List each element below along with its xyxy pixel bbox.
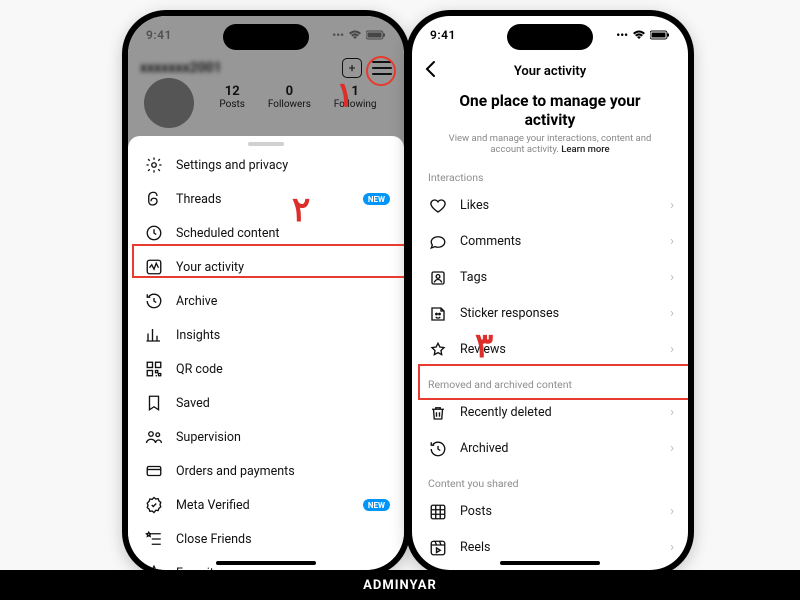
chevron-right-icon: › [670, 441, 674, 456]
menu-label: Close Friends [176, 532, 252, 547]
menu-saved[interactable]: Saved [128, 386, 404, 420]
annotation-highlight-recently-deleted [418, 364, 688, 400]
chevron-right-icon: › [670, 234, 674, 249]
item-comments[interactable]: Comments› [412, 224, 688, 260]
grid-icon [428, 503, 448, 521]
menu-label: Supervision [176, 430, 241, 445]
annotation-1: ۱ [336, 75, 354, 115]
menu-archive[interactable]: Archive [128, 284, 404, 318]
trash-icon [428, 404, 448, 422]
menu-threads[interactable]: Threads NEW [128, 182, 404, 216]
menu-sheet: Settings and privacy Threads NEW Schedule… [128, 136, 404, 570]
avatar [144, 78, 194, 128]
username: xxxxxxx2001 [140, 60, 222, 76]
menu-label: Archive [176, 294, 217, 309]
home-indicator [500, 561, 600, 565]
reels-icon [428, 539, 448, 557]
menu-close-friends[interactable]: Close Friends [128, 522, 404, 556]
chevron-right-icon: › [670, 270, 674, 285]
learn-more-link[interactable]: Learn more [561, 144, 609, 155]
tag-icon [428, 269, 448, 287]
supervision-icon [144, 428, 164, 446]
menu-meta-verified[interactable]: Meta Verified NEW [128, 488, 404, 522]
archive-icon [144, 292, 164, 310]
dynamic-island [507, 24, 593, 50]
profile-stats: 12Posts 0Followers 1Following [208, 84, 388, 110]
chevron-right-icon: › [670, 540, 674, 555]
menu-insights[interactable]: Insights [128, 318, 404, 352]
reviews-icon [428, 341, 448, 359]
sticker-icon [428, 305, 448, 323]
dynamic-island [223, 24, 309, 50]
menu-settings[interactable]: Settings and privacy [128, 148, 404, 182]
chevron-right-icon: › [670, 342, 674, 357]
page-title: One place to manage your activity [412, 88, 688, 133]
item-tags[interactable]: Tags› [412, 260, 688, 296]
item-reviews[interactable]: Reviews› [412, 332, 688, 368]
star-list-icon [144, 530, 164, 548]
menu-label: Threads [176, 192, 221, 207]
chevron-right-icon: › [670, 405, 674, 420]
section-shared: Content you shared [412, 467, 688, 494]
menu-label: Saved [176, 396, 210, 411]
clock-icon [144, 224, 164, 242]
chevron-right-icon: › [670, 198, 674, 213]
annotation-2: ۲ [292, 190, 310, 230]
annotation-3: ۳ [475, 326, 493, 366]
status-indicators: ••• [616, 29, 670, 42]
insights-icon [144, 326, 164, 344]
qr-icon [144, 360, 164, 378]
chevron-right-icon: › [670, 504, 674, 519]
menu-label: Scheduled content [176, 226, 280, 241]
section-interactions: Interactions [412, 161, 688, 188]
home-indicator [216, 561, 316, 565]
phone-left: 9:41 ••• xxxxxxx2001 + 12Posts [122, 10, 410, 576]
status-indicators: ••• [332, 29, 386, 42]
item-archived[interactable]: Archived› [412, 431, 688, 467]
watermark: ADMINYAR [0, 570, 800, 600]
page-subtitle: View and manage your interactions, conte… [412, 133, 688, 161]
menu-qr[interactable]: QR code [128, 352, 404, 386]
comment-icon [428, 233, 448, 251]
bookmark-icon [144, 394, 164, 412]
phone-right: 9:41 ••• Your activity One place to mana… [406, 10, 694, 576]
item-likes[interactable]: Likes› [412, 188, 688, 224]
menu-label: Settings and privacy [176, 158, 288, 173]
gear-icon [144, 156, 164, 174]
card-icon [144, 462, 164, 480]
item-sticker[interactable]: Sticker responses› [412, 296, 688, 332]
status-time: 9:41 [146, 28, 172, 42]
archive-icon [428, 440, 448, 458]
menu-supervision[interactable]: Supervision [128, 420, 404, 454]
threads-icon [144, 190, 164, 208]
heart-icon [428, 197, 448, 215]
annotation-circle-1 [366, 56, 396, 86]
menu-label: Meta Verified [176, 498, 250, 513]
menu-label: Orders and payments [176, 464, 295, 479]
menu-label: Insights [176, 328, 220, 343]
sheet-handle[interactable] [248, 142, 284, 146]
item-posts[interactable]: Posts› [412, 494, 688, 530]
new-badge: NEW [363, 499, 390, 511]
status-time: 9:41 [430, 28, 456, 42]
verified-icon [144, 496, 164, 514]
item-recently-deleted[interactable]: Recently deleted› [412, 395, 688, 431]
menu-label: QR code [176, 362, 223, 377]
menu-orders[interactable]: Orders and payments [128, 454, 404, 488]
new-badge: NEW [363, 193, 390, 205]
annotation-highlight-your-activity [132, 244, 404, 278]
chevron-right-icon: › [670, 306, 674, 321]
page-header: Your activity [412, 54, 688, 88]
